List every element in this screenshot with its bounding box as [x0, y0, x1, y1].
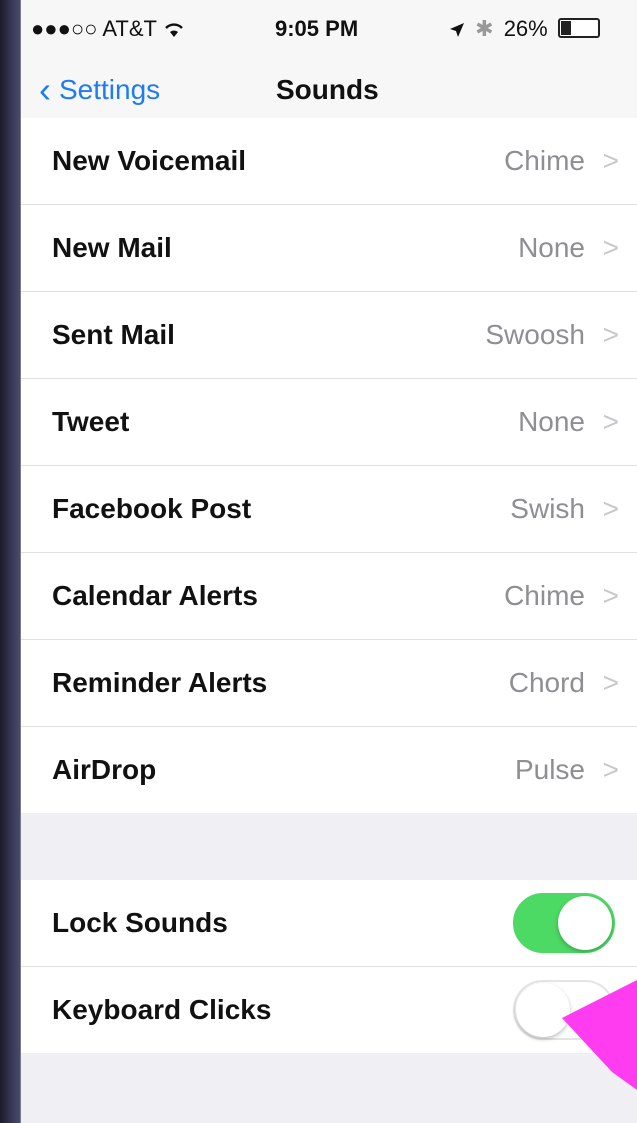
status-time: 9:05 PM [275, 16, 359, 41]
status-right: ✱ 26% [449, 16, 600, 42]
row-value: Pulse [514, 754, 585, 785]
sound-row-sent-mail[interactable]: Sent Mail Swoosh > [21, 292, 637, 379]
toggle-list: Lock Sounds Keyboard Clicks [21, 880, 637, 1053]
row-value: None [518, 232, 585, 263]
sound-row-calendar-alerts[interactable]: Calendar Alerts Chime > [21, 553, 637, 640]
wifi-icon [163, 16, 185, 41]
chevron-left-icon: ‹ [39, 69, 51, 110]
row-label: Keyboard Clicks [52, 994, 272, 1025]
chevron-right-icon: > [602, 754, 619, 785]
toggle-row-keyboard-clicks: Keyboard Clicks [21, 967, 637, 1053]
row-value: None [518, 406, 585, 437]
row-value: Swish [510, 493, 585, 524]
row-label: Facebook Post [52, 493, 252, 524]
status-bar: ●●●○○ AT&T 9:05 PM ✱ 26% [21, 0, 637, 56]
chevron-right-icon: > [602, 493, 619, 524]
chevron-right-icon: > [602, 406, 619, 437]
row-value: Chord [508, 667, 585, 698]
row-label: New Mail [52, 232, 172, 263]
chevron-right-icon: > [602, 580, 619, 611]
location-arrow-icon [449, 16, 471, 41]
sound-row-airdrop[interactable]: AirDrop Pulse > [21, 727, 637, 813]
row-label: Lock Sounds [52, 907, 228, 938]
chevron-right-icon: > [602, 145, 619, 176]
sound-row-facebook-post[interactable]: Facebook Post Swish > [21, 466, 637, 553]
back-button[interactable]: ‹ Settings [39, 72, 160, 108]
row-label: Reminder Alerts [52, 667, 268, 698]
switch-knob [558, 896, 612, 950]
battery-percent: 26% [503, 16, 548, 41]
phone-screen: ●●●○○ AT&T 9:05 PM ✱ 26% ‹ Settings Soun… [21, 0, 637, 1123]
row-label: Calendar Alerts [52, 580, 258, 611]
chevron-right-icon: > [602, 319, 619, 350]
sound-row-new-mail[interactable]: New Mail None > [21, 205, 637, 292]
battery-icon [557, 18, 600, 38]
toggle-row-lock-sounds: Lock Sounds [21, 880, 637, 967]
row-value: Chime [504, 145, 585, 176]
back-label: Settings [59, 74, 161, 105]
row-label: Sent Mail [52, 319, 175, 350]
carrier-text: ●●●○○ AT&T [31, 16, 157, 41]
row-value: Swoosh [485, 319, 585, 350]
chevron-right-icon: > [602, 232, 619, 263]
lock-sounds-switch[interactable] [513, 893, 615, 953]
sound-row-new-voicemail[interactable]: New Voicemail Chime > [21, 118, 637, 205]
sound-row-tweet[interactable]: Tweet None > [21, 379, 637, 466]
sounds-list: New Voicemail Chime > New Mail None > Se… [21, 118, 637, 813]
row-value: Chime [504, 580, 585, 611]
carrier-signal: ●●●○○ AT&T [31, 16, 185, 42]
bluetooth-icon: ✱ [475, 16, 494, 41]
chevron-right-icon: > [602, 667, 619, 698]
row-label: AirDrop [52, 754, 157, 785]
page-title: Sounds [276, 74, 379, 105]
row-label: Tweet [52, 406, 130, 437]
row-label: New Voicemail [52, 145, 247, 176]
sound-row-reminder-alerts[interactable]: Reminder Alerts Chord > [21, 640, 637, 727]
annotation-arrow-icon [562, 980, 637, 1090]
